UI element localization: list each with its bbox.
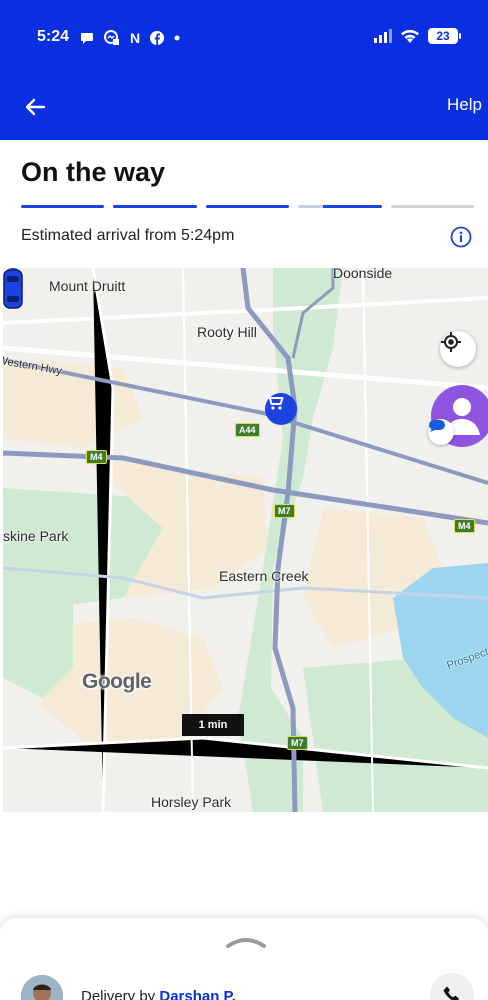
map-base [3,268,488,812]
wifi-icon [401,29,419,43]
my-location-button[interactable] [440,331,476,367]
google-logo: Google [82,670,152,693]
progress-segment-1 [21,205,104,208]
progress-segment-4 [298,205,382,208]
page-title: On the way [21,157,166,187]
battery-level: 23 [436,29,450,43]
battery-indicator: 23 [428,28,461,44]
road-badge-m7-north: M7 [274,504,295,518]
shopping-cart-icon [266,394,284,410]
messenger-icon [104,30,119,45]
map-label-mount-druitt: Mount Druitt [49,278,126,294]
driver-photo-icon [21,975,63,1000]
system-status-icons: 23 [374,28,461,44]
road-badge-m7-south: M7 [287,736,308,750]
road-badge-a44: A44 [235,423,260,437]
app-screen: 5:24 N 23 Help On the way Estimated arri… [0,0,488,1000]
status-time: 5:24 [37,28,70,45]
progress-segment-5 [391,205,474,208]
signal-icon [374,29,392,43]
n-app-icon: N [130,30,141,46]
road-badge-m4-west: M4 [86,450,107,464]
eta-badge: 1 min [182,714,244,736]
crosshair-icon [441,332,461,352]
road-badge-m4-east: M4 [454,519,475,533]
back-arrow-icon[interactable] [20,92,50,122]
map-label-horsley-park: Horsley Park [151,794,232,810]
progress-segment-2 [113,205,197,208]
message-icon [429,420,445,432]
dot-icon [174,35,180,41]
delivery-by-text: Delivery by Darshan P. [81,988,236,1000]
driver-name[interactable]: Darshan P. [159,988,235,1000]
help-link[interactable]: Help [447,95,482,115]
app-bar: Help [0,76,488,140]
map-label-erskine-park: skine Park [3,528,69,544]
chat-bubble-icon [81,33,93,44]
call-driver-button[interactable] [430,973,474,1000]
map-label-rooty-hill: Rooty Hill [197,324,257,340]
map-label-doonside: Doonside [333,268,393,281]
bottom-sheet[interactable]: Delivery by Darshan P. [0,918,488,1000]
courier-car-icon [3,269,23,309]
notification-icons: N [80,30,180,46]
phone-icon [443,986,459,1000]
facebook-icon [150,31,165,45]
info-icon[interactable] [450,226,472,248]
estimated-arrival: Estimated arrival from 5:24pm [21,227,235,244]
sheet-handle-icon[interactable] [226,936,266,948]
map-label-eastern-creek: Eastern Creek [219,568,309,584]
driver-avatar [21,975,63,1000]
status-bar: 5:24 N 23 [0,0,488,76]
delivery-prefix: Delivery by [81,988,156,1000]
order-progress-bar [21,205,474,209]
progress-segment-3 [206,205,289,208]
store-pin[interactable] [265,393,297,425]
chat-bubble-pin[interactable] [428,419,454,445]
delivery-map[interactable]: Doonside Mount Druitt Rooty Hill Western… [3,268,488,812]
